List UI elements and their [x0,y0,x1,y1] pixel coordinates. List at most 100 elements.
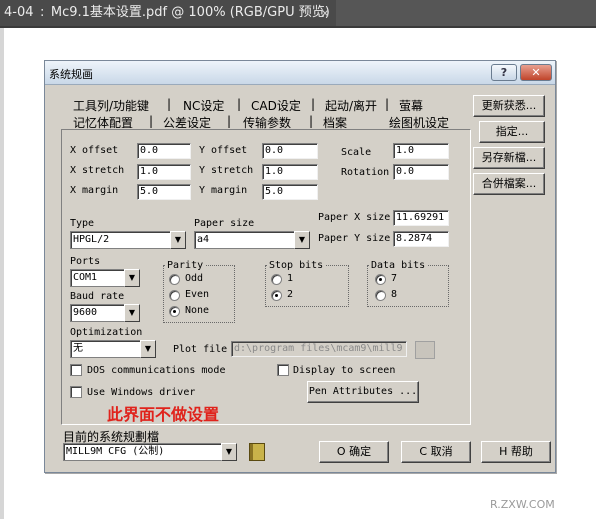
tab-separator: | [237,97,242,111]
canvas-edge [0,28,4,519]
merge-file-button[interactable]: 合併檔案... [473,173,545,195]
parity-none-radio[interactable] [169,306,180,317]
data-bits-7-radio[interactable] [375,274,386,285]
plot-file-label: Plot file [173,344,228,355]
help-button[interactable]: H 帮助 [481,441,551,463]
scale-field[interactable]: 1.0 [393,143,449,159]
data-bits-title: Data bits [369,260,428,271]
data-bits-8-radio[interactable] [375,290,386,301]
rotation-field[interactable]: 0.0 [393,164,449,180]
display-screen-checkbox[interactable] [277,364,289,376]
stop-bits-1-label: 1 [287,273,294,284]
display-screen-label: Display to screen [293,365,396,376]
y-margin-field[interactable]: 5.0 [262,184,318,200]
note-text: 此界面不做设置 [107,405,220,424]
scale-label: Scale [341,147,372,158]
system-config-dialog: 系统规画 ? ✕ 工具列/功能键 | NC设定 | CAD设定 | 起动/离开 … [44,60,556,473]
y-margin-label: Y margin [199,185,248,196]
tab-cad-settings[interactable]: CAD设定 [251,97,301,114]
close-tab-icon[interactable]: × [320,0,330,26]
tab-separator: | [311,97,316,111]
cancel-button[interactable]: C 取消 [401,441,471,463]
type-select[interactable]: HPGL/2 ▼ [70,231,186,249]
data-bits-7-label: 7 [391,273,398,284]
tab-strip [336,0,596,26]
stop-bits-2-label: 2 [287,289,294,300]
tab-separator: | [167,97,172,111]
stop-bits-1-radio[interactable] [271,274,282,285]
paper-size-label: Paper size [194,218,255,229]
tab-screen[interactable]: 萤幕 [399,97,423,114]
pen-attributes-button[interactable]: Pen Attributes ... [307,381,419,403]
chevron-down-icon[interactable]: ▼ [124,269,140,287]
y-offset-field[interactable]: 0.0 [262,143,318,159]
current-config-value: MILL9M CFG (公制) [63,443,221,461]
chevron-down-icon[interactable]: ▼ [140,340,156,358]
paper-y-field[interactable]: 8.2874 [393,231,449,247]
ports-value: COM1 [70,269,124,287]
chevron-down-icon[interactable]: ▼ [124,304,140,322]
tab-separator: | [385,97,390,111]
stop-bits-title: Stop bits [267,260,326,271]
tab-separator: | [149,114,154,128]
x-stretch-field[interactable]: 1.0 [137,164,191,180]
tab-separator: | [309,114,314,128]
ok-button[interactable]: O 确定 [319,441,389,463]
current-config-select[interactable]: MILL9M CFG (公制) ▼ [63,443,237,461]
tab-startup-exit[interactable]: 起动/离开 [325,97,377,114]
tab-toolbar-keys[interactable]: 工具列/功能键 [73,97,149,114]
save-new-button[interactable]: 另存新檔... [473,147,545,169]
y-offset-label: Y offset [199,145,248,156]
tab-divider [0,26,596,28]
paper-y-label: Paper Y size [318,233,391,244]
windows-driver-label: Use Windows driver [87,387,196,398]
close-dialog-button[interactable]: ✕ [520,64,552,81]
watermark: R.ZXW.COM [490,498,555,511]
y-stretch-field[interactable]: 1.0 [262,164,318,180]
baud-rate-select[interactable]: 9600 ▼ [70,304,140,322]
document-tab-title: 4-04 : Mc9.1基本设置.pdf @ 100% (RGB/GPU 预览) [4,5,330,20]
specify-button[interactable]: 指定... [479,121,545,143]
x-margin-field[interactable]: 5.0 [137,184,191,200]
dos-mode-label: DOS communications mode [87,365,226,376]
parity-none-label: None [185,305,210,316]
parity-even-radio[interactable] [169,290,180,301]
chevron-down-icon[interactable]: ▼ [170,231,186,249]
ports-select[interactable]: COM1 ▼ [70,269,140,287]
type-label: Type [70,218,95,229]
x-stretch-label: X stretch [70,165,125,176]
x-margin-label: X margin [70,185,119,196]
browse-folder-icon [415,341,435,359]
tab-separator: | [227,114,232,128]
x-offset-field[interactable]: 0.0 [137,143,191,159]
rotation-label: Rotation [341,167,390,178]
dos-mode-checkbox[interactable] [70,364,82,376]
update-button[interactable]: 更新获悉... [473,95,545,117]
optimization-select[interactable]: 无 ▼ [70,340,156,358]
plot-file-field: d:\program files\mcam9\mill9 [231,341,407,357]
document-tab[interactable]: 4-04 : Mc9.1基本设置.pdf @ 100% (RGB/GPU 预览)… [0,0,336,26]
paper-size-select[interactable]: a4 ▼ [194,231,310,249]
baud-rate-value: 9600 [70,304,124,322]
parity-title: Parity [165,260,206,271]
windows-driver-checkbox[interactable] [70,386,82,398]
parity-even-label: Even [185,289,210,300]
paper-x-field[interactable]: 11.69291 [393,210,449,226]
stop-bits-2-radio[interactable] [271,290,282,301]
optimization-label: Optimization [70,327,143,338]
chevron-down-icon[interactable]: ▼ [294,231,310,249]
paper-x-label: Paper X size [318,212,391,223]
y-stretch-label: Y stretch [199,165,254,176]
x-offset-label: X offset [70,145,119,156]
dialog-title: 系统规画 [49,68,93,81]
data-bits-8-label: 8 [391,289,398,300]
book-icon[interactable] [249,443,265,461]
parity-odd-radio[interactable] [169,274,180,285]
ports-label: Ports [70,256,101,267]
dialog-titlebar[interactable]: 系统规画 ? ✕ [45,61,555,85]
parity-odd-label: Odd [185,273,204,284]
help-titlebar-button[interactable]: ? [491,64,517,81]
paper-size-value: a4 [194,231,294,249]
chevron-down-icon[interactable]: ▼ [221,443,237,461]
tab-nc-settings[interactable]: NC设定 [183,97,224,114]
